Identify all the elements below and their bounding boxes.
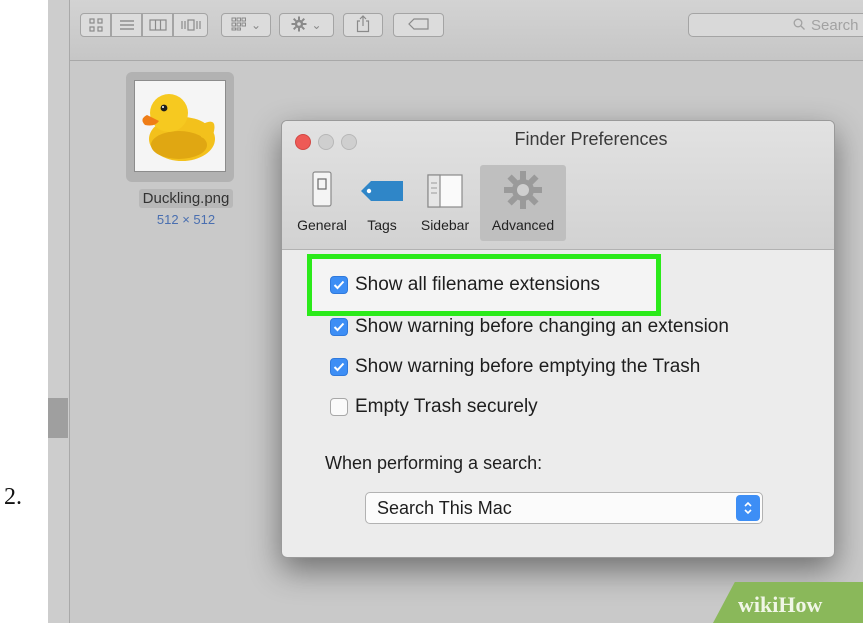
icon-view-icon[interactable]	[80, 13, 111, 37]
search-placeholder: Search	[811, 16, 859, 34]
search-scope-select[interactable]: Search This Mac	[365, 492, 763, 524]
list-view-icon[interactable]	[111, 13, 142, 37]
view-mode-segmented-control	[80, 13, 208, 37]
cover-flow-icon[interactable]	[173, 13, 208, 37]
chevron-down-icon: ⌄	[311, 18, 322, 32]
search-scope-value: Search This Mac	[377, 498, 512, 518]
share-icon	[356, 14, 370, 36]
tab-tags-label: Tags	[367, 217, 397, 233]
option-warn-empty-trash[interactable]: Show warning before emptying the Trash	[330, 356, 700, 378]
file-name-label: Duckling.png	[116, 189, 256, 208]
option-label: Show warning before changing an extensio…	[355, 316, 729, 337]
wikihow-watermark: wikiHow	[738, 592, 823, 617]
chevron-down-icon: ⌄	[250, 18, 262, 32]
option-empty-trash-securely[interactable]: Empty Trash securely	[330, 396, 538, 418]
select-arrows-icon	[736, 495, 760, 521]
option-label: Show warning before emptying the Trash	[355, 356, 701, 377]
dialog-title: Finder Preferences	[514, 129, 668, 149]
sidebar-icon	[425, 169, 465, 216]
finder-window: ⌄ ⌄ Search Duckling.png 512 × 512 Finder…	[48, 0, 863, 623]
option-label: Show all filename extensions	[355, 274, 601, 295]
tab-general-label: General	[297, 217, 347, 233]
option-warn-extension-change[interactable]: Show warning before changing an extensio…	[330, 316, 729, 338]
arrange-button[interactable]: ⌄	[221, 13, 271, 37]
dialog-header: Finder Preferences General Tags Sidebar	[282, 121, 834, 250]
checkbox-warn-empty-trash[interactable]	[330, 358, 348, 376]
option-show-extensions[interactable]: Show all filename extensions	[330, 274, 600, 296]
share-button[interactable]	[343, 13, 383, 37]
action-button[interactable]: ⌄	[279, 13, 334, 37]
finder-toolbar: ⌄ ⌄ Search	[70, 0, 863, 61]
arrange-control: ⌄	[221, 13, 271, 37]
gear-icon	[291, 16, 307, 35]
tag-button[interactable]	[393, 13, 444, 37]
tab-sidebar[interactable]: Sidebar	[412, 165, 478, 241]
step-number: 2.	[4, 484, 22, 510]
search-icon	[793, 17, 805, 34]
tab-advanced[interactable]: Advanced	[480, 165, 566, 241]
action-control: ⌄	[279, 13, 334, 37]
column-view-icon[interactable]	[142, 13, 173, 37]
arrange-grid-icon	[231, 17, 247, 34]
finder-preferences-dialog: Finder Preferences General Tags Sidebar	[281, 120, 835, 558]
checkbox-empty-trash-securely[interactable]	[330, 398, 348, 416]
share-control	[343, 13, 383, 37]
tag-icon	[359, 169, 405, 214]
tab-tags[interactable]: Tags	[358, 165, 406, 241]
checkbox-show-extensions[interactable]	[330, 276, 348, 294]
tag-control	[393, 13, 444, 37]
file-name-text: Duckling.png	[138, 189, 234, 208]
search-section-label: When performing a search:	[325, 453, 543, 473]
tab-advanced-label: Advanced	[491, 217, 555, 233]
search-field[interactable]: Search	[688, 13, 863, 37]
rubber-duck-image	[134, 80, 226, 172]
file-dimensions-label: 512 × 512	[156, 212, 216, 227]
gear-icon	[502, 169, 544, 216]
option-label: Empty Trash securely	[355, 396, 538, 417]
tab-general[interactable]: General	[290, 165, 354, 241]
tag-icon	[407, 17, 430, 33]
dialog-body: Show all filename extensions Show warnin…	[282, 250, 834, 557]
checkbox-warn-extension-change[interactable]	[330, 318, 348, 336]
general-icon	[305, 169, 339, 216]
file-selection-frame	[126, 72, 234, 182]
finder-sidebar	[48, 0, 70, 623]
tab-sidebar-label: Sidebar	[420, 217, 470, 233]
sidebar-scroll-marker	[48, 398, 68, 438]
